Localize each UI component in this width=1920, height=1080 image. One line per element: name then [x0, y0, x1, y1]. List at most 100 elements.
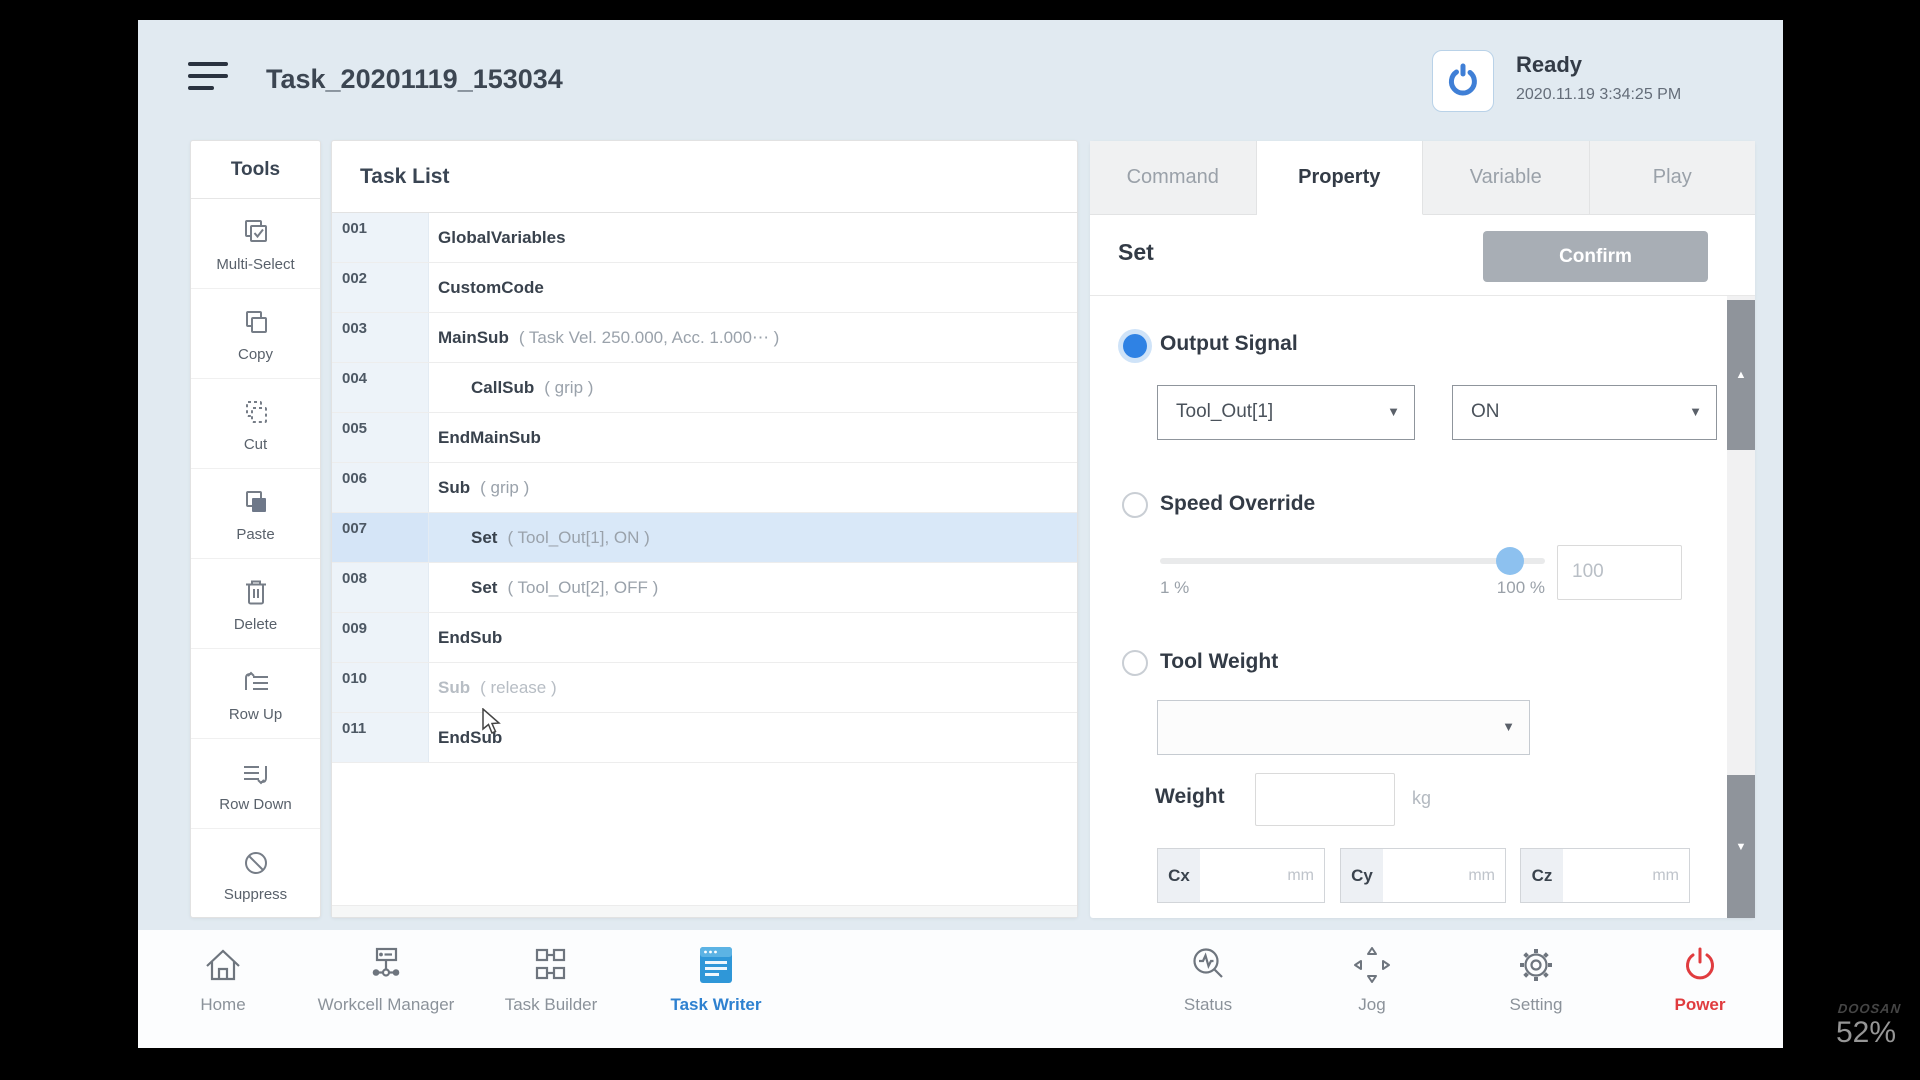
- tool-weight-label: Tool Weight: [1160, 650, 1278, 674]
- cy-unit: mm: [1383, 849, 1505, 902]
- row-number: 003: [332, 313, 429, 362]
- tool-copy-button[interactable]: Copy: [191, 289, 320, 379]
- cy-input[interactable]: Cy mm: [1340, 848, 1506, 903]
- row-number: 004: [332, 363, 429, 412]
- nav-label: Status: [1123, 995, 1293, 1015]
- robot-status-button[interactable]: [1432, 50, 1494, 112]
- task-row[interactable]: 008 Set( Tool_Out[2], OFF ): [332, 563, 1077, 613]
- tool-label: Row Down: [219, 796, 292, 813]
- output-state-select[interactable]: ON ▼: [1452, 385, 1717, 440]
- tool-label: Paste: [236, 526, 274, 543]
- tool-paste-button[interactable]: Paste: [191, 469, 320, 559]
- robot-state-label: Ready: [1516, 52, 1582, 78]
- nav-home[interactable]: Home: [138, 942, 308, 1015]
- tool-delete-button[interactable]: Delete: [191, 559, 320, 649]
- command-params: ( Task Vel. 250.000, Acc. 1.000⋯ ): [519, 328, 780, 348]
- hamburger-bar: [188, 62, 228, 66]
- weight-input[interactable]: [1255, 773, 1395, 826]
- tool-weight-select[interactable]: ▼: [1157, 700, 1530, 755]
- weight-label: Weight: [1155, 785, 1225, 809]
- nav-task-writer[interactable]: Task Writer: [631, 942, 801, 1015]
- task-row[interactable]: 006 Sub( grip ): [332, 463, 1077, 513]
- output-signal-select[interactable]: Tool_Out[1] ▼: [1157, 385, 1415, 440]
- cx-label: Cx: [1158, 849, 1200, 902]
- task-row[interactable]: 005 EndMainSub: [332, 413, 1077, 463]
- tab-variable[interactable]: Variable: [1423, 141, 1590, 215]
- chevron-down-icon: ▼: [1689, 386, 1702, 438]
- nav-label: Task Writer: [631, 995, 801, 1015]
- confirm-button[interactable]: Confirm: [1483, 231, 1708, 282]
- speed-value-input[interactable]: 100: [1557, 545, 1682, 600]
- cx-unit: mm: [1200, 849, 1324, 902]
- vertical-scrollbar[interactable]: ▲ ▼: [1727, 296, 1755, 918]
- nav-power[interactable]: Power: [1615, 942, 1785, 1015]
- task-row[interactable]: 004 CallSub( grip ): [332, 363, 1077, 413]
- task-row[interactable]: 002 CustomCode: [332, 263, 1077, 313]
- jog-icon: [1349, 942, 1395, 988]
- output-signal-radio[interactable]: [1123, 334, 1147, 358]
- row-number: 005: [332, 413, 429, 462]
- weight-unit: kg: [1412, 788, 1431, 809]
- task-row[interactable]: 009 EndSub: [332, 613, 1077, 663]
- multi-select-icon: [238, 215, 274, 251]
- workcell-manager-icon: [363, 942, 409, 988]
- nav-label: Jog: [1287, 995, 1457, 1015]
- task-row[interactable]: 010 Sub( release ): [332, 663, 1077, 713]
- nav-setting[interactable]: Setting: [1451, 942, 1621, 1015]
- command-name: EndMainSub: [438, 428, 541, 448]
- hamburger-menu-icon[interactable]: [188, 62, 234, 100]
- row-number: 008: [332, 563, 429, 612]
- scroll-down-button[interactable]: ▼: [1727, 775, 1755, 918]
- tool-cut-button[interactable]: Cut: [191, 379, 320, 469]
- nav-label: Home: [138, 995, 308, 1015]
- nav-task-builder[interactable]: Task Builder: [466, 942, 636, 1015]
- nav-workcell-manager[interactable]: Workcell Manager: [301, 942, 471, 1015]
- command-params: ( Tool_Out[2], OFF ): [507, 578, 658, 598]
- task-row[interactable]: 003 MainSub ( Task Vel. 250.000, Acc. 1.0…: [332, 313, 1077, 363]
- suppress-icon: [238, 845, 274, 881]
- scroll-up-button[interactable]: ▲: [1727, 300, 1755, 450]
- cz-label: Cz: [1521, 849, 1563, 902]
- task-row[interactable]: 011 EndSub: [332, 713, 1077, 763]
- cz-input[interactable]: Cz mm: [1520, 848, 1690, 903]
- speed-slider-thumb[interactable]: [1496, 547, 1524, 575]
- row-number: 009: [332, 613, 429, 662]
- tool-row-down-button[interactable]: Row Down: [191, 739, 320, 829]
- tool-row-up-button[interactable]: Row Up: [191, 649, 320, 739]
- tab-property[interactable]: Property: [1257, 141, 1424, 215]
- cx-input[interactable]: Cx mm: [1157, 848, 1325, 903]
- speed-slider-track[interactable]: [1160, 558, 1545, 564]
- tab-command[interactable]: Command: [1090, 141, 1257, 215]
- command-title: Set: [1118, 239, 1154, 266]
- speed-override-radio[interactable]: [1122, 492, 1148, 518]
- tab-play[interactable]: Play: [1590, 141, 1756, 215]
- command-name: MainSub: [438, 328, 509, 348]
- row-number: 001: [332, 213, 429, 262]
- tool-suppress-button[interactable]: Suppress: [191, 829, 320, 919]
- command-name: Set: [471, 528, 497, 548]
- hamburger-bar: [188, 74, 228, 78]
- tool-weight-radio[interactable]: [1122, 650, 1148, 676]
- nav-jog[interactable]: Jog: [1287, 942, 1457, 1015]
- task-row-selected[interactable]: 007 Set( Tool_Out[1], ON ): [332, 513, 1077, 563]
- tool-multi-select-button[interactable]: Multi-Select: [191, 199, 320, 289]
- tool-label: Multi-Select: [216, 256, 294, 273]
- nav-label: Task Builder: [466, 995, 636, 1015]
- chevron-down-icon: ▼: [1502, 701, 1515, 753]
- cy-label: Cy: [1341, 849, 1383, 902]
- tool-label: Cut: [244, 436, 267, 453]
- command-name: EndSub: [438, 628, 502, 648]
- overlay-percentage: 52%: [1836, 1016, 1896, 1050]
- output-state-select-value: ON: [1471, 401, 1500, 422]
- nav-status[interactable]: Status: [1123, 942, 1293, 1015]
- setting-icon: [1513, 942, 1559, 988]
- task-builder-icon: [528, 942, 574, 988]
- arrow-down-icon: ▼: [1736, 841, 1747, 853]
- command-name: GlobalVariables: [438, 228, 566, 248]
- task-row[interactable]: 001 GlobalVariables: [332, 213, 1077, 263]
- row-number: 002: [332, 263, 429, 312]
- horizontal-scrollbar[interactable]: [332, 905, 1077, 917]
- hamburger-bar: [188, 86, 214, 90]
- mouse-cursor: [481, 708, 507, 736]
- brand-watermark: DOOSAN: [1837, 1001, 1902, 1016]
